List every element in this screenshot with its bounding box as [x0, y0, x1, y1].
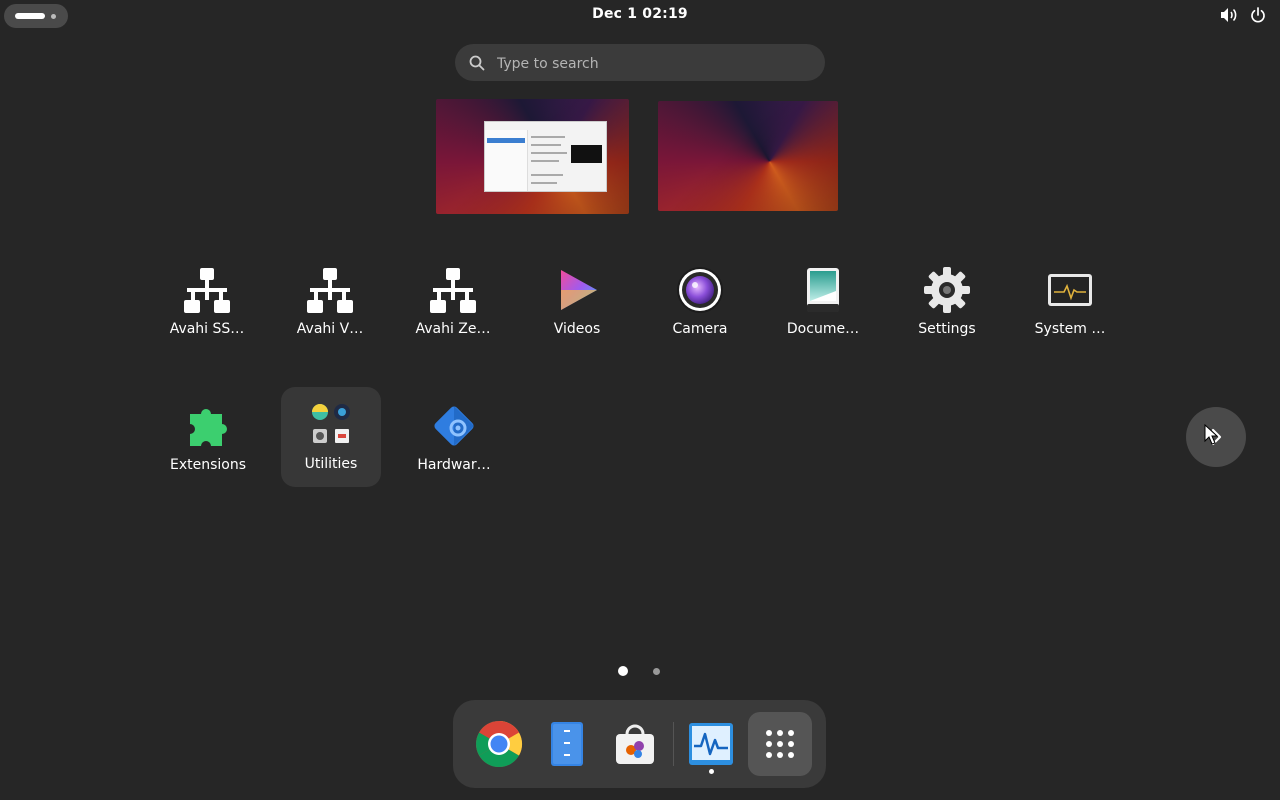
window-text-line: [531, 152, 567, 154]
search-input[interactable]: [495, 44, 809, 83]
window-text-line: [531, 182, 557, 184]
gear-icon: [924, 267, 970, 313]
folder-grid-icon: [312, 404, 350, 443]
window-text-line: [531, 144, 561, 146]
app-avahi-vnc[interactable]: Avahi V…: [280, 252, 380, 352]
app-label: Docume…: [786, 321, 860, 337]
system-tray[interactable]: [1220, 7, 1266, 23]
top-bar: Dec 1 02:19: [0, 0, 1280, 32]
app-extensions[interactable]: Extensions: [158, 388, 258, 488]
app-label: System …: [1034, 321, 1106, 337]
page-indicator-2[interactable]: [653, 668, 660, 675]
window-text-line: [531, 160, 559, 162]
dock-system-monitor[interactable]: [679, 712, 743, 776]
app-label: Avahi V…: [296, 321, 364, 337]
window-text-line: [531, 136, 565, 138]
app-label: Avahi Ze…: [415, 321, 491, 337]
app-label: Avahi SS…: [169, 321, 245, 337]
workspace-indicator-active: [15, 13, 45, 19]
power-icon[interactable]: [1250, 7, 1266, 23]
search-icon: [469, 55, 485, 71]
activities-button[interactable]: [4, 4, 68, 28]
app-system-monitor[interactable]: System …: [1020, 252, 1120, 352]
clock[interactable]: Dec 1 02:19: [560, 6, 720, 22]
puzzle-icon: [190, 409, 227, 446]
app-avahi-zeroconf[interactable]: Avahi Ze…: [403, 252, 503, 352]
page-indicator-1[interactable]: [618, 666, 628, 676]
app-label: Hardwar…: [417, 457, 491, 473]
mouse-cursor-icon: [1204, 424, 1218, 445]
document-viewer-icon: [807, 268, 839, 312]
dash-dock: [453, 700, 826, 788]
search-bar[interactable]: [455, 44, 825, 83]
videos-icon: [561, 270, 597, 310]
app-settings[interactable]: Settings: [897, 252, 997, 352]
workspace-thumbnail-2[interactable]: [658, 101, 838, 211]
app-label: Utilities: [304, 456, 358, 472]
app-document-viewer[interactable]: Docume…: [773, 252, 873, 352]
dock-separator: [673, 722, 674, 766]
app-videos[interactable]: Videos: [527, 252, 627, 352]
system-monitor-icon: [1048, 274, 1092, 306]
show-apps-button[interactable]: [748, 712, 812, 776]
software-store-icon: [616, 724, 654, 764]
app-label: Videos: [553, 321, 601, 337]
dock-files[interactable]: [535, 712, 599, 776]
apps-grid-icon: [766, 730, 794, 758]
app-folder-utilities[interactable]: Utilities: [281, 387, 381, 487]
system-monitor-icon: [689, 723, 733, 765]
camera-icon: [677, 267, 723, 313]
dock-software[interactable]: [603, 712, 667, 776]
hardware-icon: [434, 406, 474, 446]
network-icon: [184, 268, 230, 313]
window-text-line: [531, 174, 563, 176]
app-camera[interactable]: Camera: [650, 252, 750, 352]
app-label: Extensions: [169, 457, 247, 473]
window-preview-area: [571, 145, 602, 163]
workspace-indicator-inactive: [51, 14, 56, 19]
dock-chrome[interactable]: [467, 712, 531, 776]
network-icon: [430, 268, 476, 313]
app-label: Settings: [918, 321, 976, 337]
running-indicator: [709, 769, 714, 774]
app-avahi-ssh[interactable]: Avahi SS…: [157, 252, 257, 352]
app-hardware[interactable]: Hardwar…: [404, 388, 504, 488]
app-label: Camera: [672, 321, 728, 337]
workspace-thumbnail-1[interactable]: [436, 99, 629, 214]
window-thumbnail[interactable]: [484, 121, 607, 192]
network-icon: [307, 268, 353, 313]
files-icon: [551, 722, 583, 766]
volume-icon[interactable]: [1220, 7, 1238, 23]
window-selected-row: [487, 138, 525, 143]
chrome-icon: [476, 720, 523, 768]
